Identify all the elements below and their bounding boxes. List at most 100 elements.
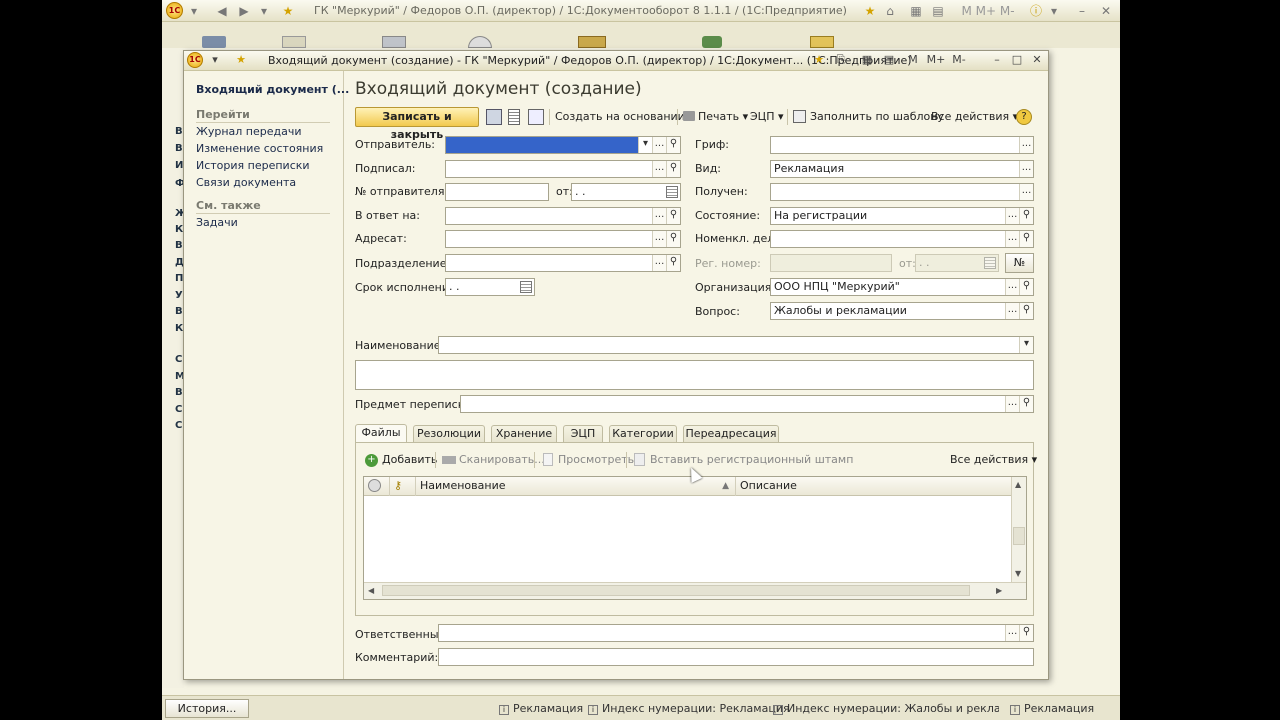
calculator-icon[interactable]: ▦ — [860, 53, 874, 67]
favorites-icon[interactable]: ★ — [862, 3, 878, 19]
close-icon[interactable]: ✕ — [1098, 3, 1114, 19]
section-documents-icon[interactable] — [282, 36, 306, 48]
insert-stamp-button[interactable]: Вставить регистрационный штамп — [650, 450, 853, 470]
select-button[interactable]: ... — [1005, 231, 1019, 247]
ecp-menu[interactable]: ЭЦП ▾ — [750, 107, 784, 127]
addressee-field[interactable]: ... ⚲ — [445, 230, 681, 248]
favorite-star-icon[interactable]: ★ — [234, 53, 248, 67]
tab-resolutions[interactable]: Резолюции — [413, 425, 485, 442]
department-field[interactable]: ... ⚲ — [445, 254, 681, 272]
deadline-field[interactable]: . . — [445, 278, 535, 296]
favorite-star-icon[interactable]: ★ — [280, 3, 296, 19]
kind-field[interactable]: Рекламация ... — [770, 160, 1034, 178]
open-document-icon[interactable] — [528, 109, 544, 125]
window-menu-icon[interactable]: ▾ — [208, 53, 222, 67]
files-all-actions-menu[interactable]: Все действия ▾ — [950, 450, 1037, 470]
dropdown-icon[interactable]: ▾ — [638, 137, 652, 153]
minimize-icon[interactable]: – — [990, 53, 1004, 67]
info-icon[interactable]: ⓘ — [1028, 3, 1044, 19]
name-field[interactable]: ▾ — [438, 336, 1034, 354]
status-item-4[interactable]: i Рекламация — [1010, 702, 1094, 715]
select-button[interactable]: ... — [1019, 184, 1033, 200]
hscroll-thumb[interactable] — [382, 585, 970, 596]
close-icon[interactable]: ✕ — [1030, 53, 1044, 67]
search-icon[interactable]: ⚲ — [1019, 279, 1033, 295]
post-document-icon[interactable] — [508, 109, 520, 125]
select-button[interactable]: ... — [1005, 625, 1019, 641]
back-arrow-icon[interactable]: ◀ — [214, 3, 230, 19]
menu-dropdown-icon[interactable]: ▾ — [186, 3, 202, 19]
search-icon[interactable]: ⚲ — [666, 208, 680, 224]
minimize-icon[interactable]: – — [1074, 3, 1090, 19]
responsible-field[interactable]: ... ⚲ — [438, 624, 1034, 642]
question-field[interactable]: Жалобы и рекламации ... ⚲ — [770, 302, 1034, 320]
calendar-icon[interactable]: ▤ — [882, 53, 896, 67]
select-button[interactable]: ... — [652, 231, 666, 247]
select-button[interactable]: ... — [652, 161, 666, 177]
assign-number-button[interactable]: № — [1005, 253, 1034, 273]
tab-categories[interactable]: Категории — [609, 425, 677, 442]
select-button[interactable]: ... — [1005, 279, 1019, 295]
select-button[interactable]: ... — [652, 208, 666, 224]
home-icon[interactable]: ⌂ — [882, 3, 898, 19]
save-icon[interactable] — [486, 109, 502, 125]
section-control-icon[interactable] — [468, 36, 492, 48]
select-button[interactable]: ... — [1019, 137, 1033, 153]
help-icon[interactable]: ? — [1016, 109, 1032, 125]
vertical-scrollbar[interactable]: ▲ ▼ — [1011, 477, 1026, 582]
calendar-icon[interactable] — [520, 281, 532, 293]
sender-date-field[interactable]: . . — [571, 183, 681, 201]
sidebar-document-link[interactable]: Входящий документ (... — [196, 83, 349, 96]
search-icon[interactable]: ⚲ — [666, 137, 680, 153]
state-field[interactable]: На регистрации ... ⚲ — [770, 207, 1034, 225]
dropdown-icon[interactable]: ▾ — [1019, 337, 1033, 353]
scroll-thumb[interactable] — [1013, 527, 1025, 545]
in-reply-field[interactable]: ... ⚲ — [445, 207, 681, 225]
memory-buttons[interactable]: M M+ M- — [958, 3, 1018, 19]
info-dropdown-icon[interactable]: ▾ — [1046, 3, 1062, 19]
column-signed[interactable]: ⚷ — [390, 477, 416, 496]
status-item-3[interactable]: iИндекс нумерации: Жалобы и рекламации — [773, 702, 999, 715]
fill-by-template-button[interactable]: Заполнить по шаблону — [810, 107, 944, 127]
select-button[interactable]: ... — [652, 137, 666, 153]
scroll-down-icon[interactable]: ▼ — [1015, 569, 1021, 578]
section-settings-icon[interactable] — [810, 36, 834, 48]
sidebar-item-transfer-log[interactable]: Журнал передачи — [196, 125, 302, 138]
search-icon[interactable]: ⚲ — [1019, 396, 1033, 412]
add-file-button[interactable]: Добавить — [382, 450, 437, 470]
comment-field[interactable] — [438, 648, 1034, 666]
history-dropdown-icon[interactable]: ▾ — [256, 3, 272, 19]
link-icon[interactable]: ⎘ — [834, 53, 848, 67]
select-button[interactable]: ... — [652, 255, 666, 271]
search-icon[interactable]: ⚲ — [666, 161, 680, 177]
print-menu[interactable]: Печать ▾ — [698, 107, 748, 127]
sidebar-item-correspondence-history[interactable]: История переписки — [196, 159, 310, 172]
files-table[interactable]: ⚷ Наименование ▲ Описание ▲ ▼ ◀ ▶ — [363, 476, 1027, 600]
status-item-1[interactable]: i Рекламация — [499, 702, 583, 715]
create-based-on-menu[interactable]: Создать на основании ▾ — [555, 107, 694, 127]
section-files-icon[interactable] — [382, 36, 406, 48]
calendar-icon[interactable]: ▤ — [930, 3, 946, 19]
save-and-close-button[interactable]: Записать и закрыть — [355, 107, 479, 141]
mem-button-m[interactable]: M — [906, 53, 920, 67]
forward-arrow-icon[interactable]: ▶ — [236, 3, 252, 19]
calculator-icon[interactable]: ▦ — [908, 3, 924, 19]
name-full-textarea[interactable] — [355, 360, 1034, 390]
sender-number-field[interactable] — [445, 183, 549, 201]
1c-logo-icon[interactable]: 1С — [187, 52, 203, 68]
window-titlebar[interactable]: 1С ▾ ★ Входящий документ (создание) - ГК… — [184, 51, 1048, 71]
sidebar-item-state-change[interactable]: Изменение состояния — [196, 142, 323, 155]
scan-button[interactable]: Сканировать... — [459, 450, 545, 470]
select-button[interactable]: ... — [1005, 396, 1019, 412]
mem-button-m-minus[interactable]: M- — [950, 53, 968, 67]
sender-field[interactable]: ▾ ... ⚲ — [445, 136, 681, 154]
organization-field[interactable]: ООО НПЦ "Меркурий" ... ⚲ — [770, 278, 1034, 296]
search-icon[interactable]: ⚲ — [1019, 625, 1033, 641]
subject-field[interactable]: ... ⚲ — [460, 395, 1034, 413]
select-button[interactable]: ... — [1005, 303, 1019, 319]
search-icon[interactable]: ⚲ — [1019, 208, 1033, 224]
sidebar-item-document-links[interactable]: Связи документа — [196, 176, 296, 189]
scroll-left-icon[interactable]: ◀ — [368, 586, 374, 595]
search-icon[interactable]: ⚲ — [666, 255, 680, 271]
column-description[interactable]: Описание — [736, 477, 1011, 496]
